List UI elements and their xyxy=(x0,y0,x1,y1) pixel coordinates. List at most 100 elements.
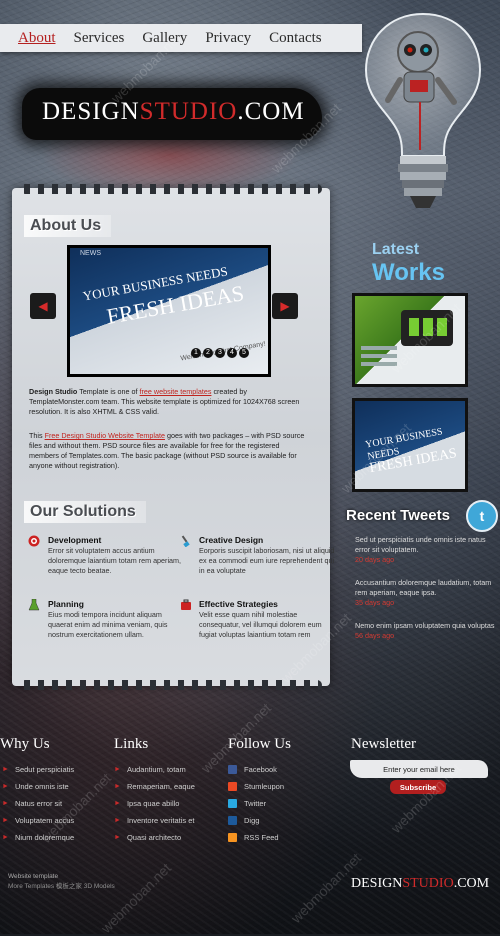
tweet-item: Nemo enim ipsam voluptatem quia voluptas… xyxy=(355,621,495,641)
solutions-heading: Our Solutions xyxy=(24,501,146,523)
nav-services[interactable]: Services xyxy=(74,30,125,47)
footer-link[interactable]: ► Voluptatem accus xyxy=(2,812,74,829)
tweet-text: Sed ut perspiciatis unde omnis iste natu… xyxy=(355,535,486,554)
main-nav: About Services Gallery Privacy Contacts xyxy=(0,24,362,52)
twitter-icon xyxy=(228,799,237,808)
nav-contacts[interactable]: Contacts xyxy=(269,30,322,47)
site-logo[interactable]: DESIGNSTUDIO.COM xyxy=(42,98,305,126)
social-link-digg[interactable]: Digg xyxy=(228,812,291,829)
solution-text: Error sit voluptatem accus antium dolore… xyxy=(48,546,182,575)
slider-next-button[interactable]: ▶ xyxy=(272,293,298,319)
latest-work-thumbnail[interactable] xyxy=(352,293,468,387)
solution-title: Development xyxy=(48,535,102,545)
footer-link[interactable]: ► Natus error sit xyxy=(2,795,74,812)
tweet-time[interactable]: 35 days ago xyxy=(355,598,495,608)
slider-dot[interactable]: 1 xyxy=(191,348,201,358)
social-link-facebook[interactable]: Facebook xyxy=(228,761,291,778)
footer-links: Links ► Audantium, totam ► Remaperiam, eaq… xyxy=(114,736,195,846)
slider-dot[interactable]: 2 xyxy=(203,348,213,358)
subscribe-button[interactable]: Subscribe xyxy=(390,780,446,794)
tweet-time[interactable]: 20 days ago xyxy=(355,555,495,565)
social-link-rss[interactable]: RSS Feed xyxy=(228,829,291,846)
slider-dot[interactable]: 4 xyxy=(227,348,237,358)
social-label: Digg xyxy=(244,816,260,825)
footer-link[interactable]: ► Sedut perspiciatis xyxy=(2,761,74,778)
solution-text: Eius modi tempora incidunt aliquam quaer… xyxy=(48,610,168,639)
slider-dot[interactable]: 3 xyxy=(215,348,225,358)
facebook-icon xyxy=(228,765,237,774)
free-design-studio-link[interactable]: Free Design Studio Website Template xyxy=(45,431,165,440)
nav-about[interactable]: About xyxy=(18,30,56,47)
logo-part-studio: STUDIO xyxy=(402,876,454,891)
solution-title: Planning xyxy=(48,599,84,609)
footer-link[interactable]: ► Nium doloremque xyxy=(2,829,74,846)
solution-title: Creative Design xyxy=(199,535,264,545)
footer-heading: Links xyxy=(114,736,149,752)
twitter-bird-icon[interactable]: t xyxy=(466,500,498,532)
bullet-icon: ► xyxy=(2,817,9,824)
logo-part-com: .COM xyxy=(453,876,490,891)
slider-pagination: 1 2 3 4 5 xyxy=(191,348,249,358)
content-panel: About Us ◀ NEWS YOUR BUSINESS NEEDS FRES… xyxy=(12,184,334,690)
bullet-icon: ► xyxy=(2,800,9,807)
footer-heading: Newsletter xyxy=(351,736,416,752)
footer-follow-us: Follow Us Facebook Stumleupon Twitter Di… xyxy=(228,736,291,846)
newsletter-email-input[interactable]: Enter your email here xyxy=(350,760,488,778)
social-link-stumbleupon[interactable]: Stumleupon xyxy=(228,778,291,795)
footer-link-label: Ipsa quae abillo xyxy=(126,799,180,808)
briefcase-icon xyxy=(181,599,191,610)
solution-title: Effective Strategies xyxy=(199,599,278,609)
digg-icon xyxy=(228,816,237,825)
nav-privacy[interactable]: Privacy xyxy=(205,30,251,47)
bullet-icon: ► xyxy=(114,766,121,773)
slide-nav-label: NEWS xyxy=(80,250,101,257)
tweet-time[interactable]: 56 days ago xyxy=(355,631,495,641)
copyright: Website template More Templates 模板之家 3D … xyxy=(8,872,115,892)
solution-development: Development Error sit voluptatem accus a… xyxy=(48,535,188,576)
copyright-links[interactable]: More Templates 模板之家 3D Models xyxy=(8,882,115,892)
latest-works-line2: Works xyxy=(372,259,445,286)
footer-link-label: Sedut perspiciatis xyxy=(14,765,75,774)
footer-link[interactable]: ► Ipsa quae abillo xyxy=(114,795,195,812)
about-text: This xyxy=(29,431,45,440)
footer-link-label: Quasi architecto xyxy=(126,833,182,842)
bullet-icon: ► xyxy=(114,834,121,841)
footer-link[interactable]: ► Inventore veritatis et xyxy=(114,812,195,829)
tweet-text: Accusantium doloremque laudatium, totam … xyxy=(355,578,492,597)
social-link-twitter[interactable]: Twitter xyxy=(228,795,291,812)
footer-logo[interactable]: DESIGNSTUDIO.COM xyxy=(351,876,489,892)
latest-work-thumbnail[interactable]: YOUR BUSINESS NEEDS FRESH IDEAS xyxy=(352,398,468,492)
footer-link-label: Inventore veritatis et xyxy=(126,816,195,825)
slider-prev-button[interactable]: ◀ xyxy=(30,293,56,319)
slider-dot[interactable]: 5 xyxy=(239,348,249,358)
lightbulb-robot-illustration xyxy=(364,12,482,208)
footer-heading: Follow Us xyxy=(228,736,291,752)
brush-icon xyxy=(181,535,190,547)
nav-gallery[interactable]: Gallery xyxy=(142,30,187,47)
footer-heading: Why Us xyxy=(0,736,50,752)
flask-icon xyxy=(28,599,40,611)
logo-part-com: .COM xyxy=(237,98,305,125)
solution-planning: Planning Eius modi tempora incidunt aliq… xyxy=(48,599,188,640)
arrow-right-icon: ▶ xyxy=(280,299,290,313)
social-label: Facebook xyxy=(244,765,277,774)
rss-icon xyxy=(228,833,237,842)
about-strong-text: Design Studio xyxy=(29,387,78,396)
solution-text: Eorporis suscipit laboriosam, nisi ut al… xyxy=(199,546,335,575)
logo-part-design: DESIGN xyxy=(351,876,403,891)
bullet-icon: ► xyxy=(2,766,9,773)
free-templates-link[interactable]: free website templates xyxy=(140,387,212,396)
copyright-line: Website template xyxy=(8,873,59,880)
footer-link[interactable]: ► Audantium, totam xyxy=(114,761,195,778)
work2-title: YOUR BUSINESS NEEDS FRESH IDEAS xyxy=(365,423,468,476)
arrow-left-icon: ◀ xyxy=(38,299,48,313)
about-text: Template is one of xyxy=(77,387,140,396)
latest-works-line1: Latest xyxy=(372,241,420,258)
footer-link[interactable]: ► Unde omnis iste xyxy=(2,778,74,795)
solution-creative-design: Creative Design Eorporis suscipit labori… xyxy=(199,535,339,576)
footer-link[interactable]: ► Remaperiam, eaque xyxy=(114,778,195,795)
footer-newsletter: Newsletter xyxy=(351,736,416,753)
footer-link[interactable]: ► Quasi architecto xyxy=(114,829,195,846)
footer-link-label: Unde omnis iste xyxy=(14,782,69,791)
bullet-icon: ► xyxy=(114,783,121,790)
